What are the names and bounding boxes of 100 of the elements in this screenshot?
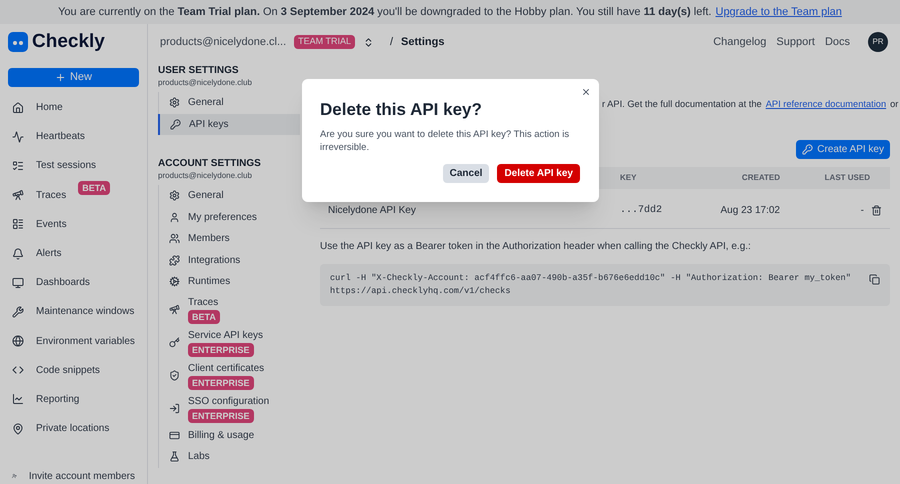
settings-icon <box>169 190 180 202</box>
settings-nav-item[interactable]: Integrations <box>159 250 300 271</box>
new-button[interactable]: New <box>8 68 139 87</box>
intro-text: or <box>890 98 898 111</box>
settings-nav-item[interactable]: My preferences <box>159 206 300 228</box>
account-name[interactable]: products@nicelydone.cl... <box>160 34 286 50</box>
column-header: KEY <box>620 172 638 184</box>
upgrade-link[interactable]: Upgrade to the Team plan <box>716 4 842 20</box>
settings-nav-item[interactable]: Billing & usage <box>159 424 300 446</box>
settings-nav-label: General <box>188 189 224 204</box>
nav-item[interactable]: Test sessions <box>0 151 147 181</box>
nav-item[interactable]: Maintenance windows <box>0 297 147 326</box>
breadcrumb-separator: / <box>390 34 394 50</box>
settings-nav-label: General <box>188 96 224 110</box>
pin-icon <box>12 422 24 435</box>
settings-nav-label: Integrations <box>188 254 240 268</box>
nav-label: Code snippets <box>36 364 100 378</box>
globe-icon <box>12 335 24 348</box>
header-link[interactable]: Docs <box>824 34 850 50</box>
plan-badge: TEAM TRIAL <box>294 35 355 49</box>
pulse-icon <box>12 130 24 143</box>
nav-item[interactable]: Code snippets <box>0 356 147 385</box>
table-cell-text: Nicelydone API Key <box>327 204 417 218</box>
nav-item[interactable]: Home <box>0 93 147 122</box>
delete-api-key-button[interactable]: Delete API key <box>497 164 580 183</box>
dialog-title: Delete this API key? <box>320 99 483 121</box>
section-subtitle: products@nicelydone.club <box>158 77 253 89</box>
key-icon <box>169 336 180 348</box>
bell-icon <box>12 248 24 260</box>
tag-badge: ENTERPRISE <box>188 342 254 356</box>
settings-nav-label: Service API keys <box>188 328 264 342</box>
delete-icon[interactable] <box>871 204 882 216</box>
nav-label: Heartbeats <box>36 130 85 144</box>
home-icon <box>12 102 24 114</box>
nav-label: Test sessions <box>36 159 96 174</box>
key-icon <box>170 118 181 130</box>
logo-icon <box>8 32 28 52</box>
settings-nav-item[interactable]: Client certificates ENTERPRISE <box>159 358 300 392</box>
nav-item[interactable]: Environment variables <box>0 326 147 356</box>
section-title: ACCOUNT SETTINGS <box>158 157 262 170</box>
settings-nav-item[interactable]: General <box>159 185 300 206</box>
shield-icon <box>169 370 180 380</box>
tag-badge: ENTERPRISE <box>188 408 254 422</box>
nav-label: Maintenance windows <box>36 305 134 320</box>
nav-label: Private locations <box>36 422 110 436</box>
settings-nav-item[interactable]: Labs <box>159 446 300 468</box>
nav-label: Alerts <box>36 247 62 262</box>
flask-icon <box>169 451 180 462</box>
settings-nav-label: Billing & usage <box>188 428 254 443</box>
tag-badge: ENTERPRISE <box>188 376 254 390</box>
key-icon <box>802 144 814 155</box>
header-link[interactable]: Support <box>776 34 815 50</box>
nav-item[interactable]: Events <box>0 210 147 239</box>
nav-label: Traces <box>36 188 66 203</box>
nav-item[interactable]: Reporting <box>0 384 147 414</box>
settings-nav-item[interactable]: General <box>159 92 300 114</box>
wrench-icon <box>12 306 24 318</box>
code-line: curl -H "X-Checkly-Account: acf4ffc6-aa07-490b-a35f-b676e6edd10c" -H "Authorization: Bearer my_token" <box>330 272 851 285</box>
create-api-key-button[interactable]: Create API key <box>796 140 890 159</box>
avatar[interactable]: PR <box>868 32 888 52</box>
settings-nav-item[interactable]: SSO configuration ENTERPRISE <box>159 392 300 424</box>
copy-icon[interactable] <box>869 274 880 285</box>
settings-nav-label: SSO configuration <box>188 394 270 408</box>
section-title: USER SETTINGS <box>158 64 240 77</box>
settings-icon <box>169 97 180 108</box>
column-header: LAST USED <box>824 172 870 184</box>
settings-nav-item[interactable]: Runtimes <box>159 271 300 292</box>
puzzle-icon <box>169 254 180 266</box>
settings-nav-label: Client certificates <box>188 362 264 376</box>
settings-nav-label: Traces <box>188 296 220 310</box>
nav-item[interactable]: Private locations <box>0 414 147 444</box>
line-chart-icon <box>12 393 24 406</box>
close-icon[interactable] <box>581 87 591 97</box>
intro-text: r API. Get the full documentation at the <box>602 98 762 111</box>
header-link[interactable]: Changelog <box>713 34 766 50</box>
settings-nav-item[interactable]: Traces BETA <box>159 292 300 326</box>
settings-nav-label: My preferences <box>188 210 257 225</box>
nav-item[interactable]: Traces BETA <box>0 180 147 210</box>
invite-link[interactable]: Invite account members <box>28 468 135 484</box>
settings-nav-item[interactable]: Service API keys ENTERPRISE <box>159 326 300 358</box>
settings-nav-label: Members <box>188 232 230 246</box>
column-header: CREATED <box>740 172 780 184</box>
table-cell-text: - <box>860 204 865 218</box>
nav-item[interactable]: Alerts <box>0 238 147 268</box>
reference-link[interactable]: API reference documentation <box>766 98 886 112</box>
cancel-button[interactable]: Cancel <box>442 164 490 183</box>
settings-nav-label: Labs <box>188 450 210 464</box>
nav-label: Events <box>36 218 67 232</box>
nav-item[interactable]: Heartbeats <box>0 122 147 152</box>
settings-nav-item[interactable]: API keys <box>158 114 300 135</box>
settings-nav-item[interactable]: Members <box>159 228 300 250</box>
list-icon <box>12 218 24 230</box>
nav-item[interactable]: Dashboards <box>0 268 147 298</box>
nav-label: Reporting <box>36 392 80 407</box>
gear-icon <box>169 276 180 288</box>
table-cell-text: ...7dd2 <box>620 204 664 218</box>
sign-in-icon <box>169 402 180 414</box>
card-icon <box>169 430 180 441</box>
users-icon <box>169 233 180 244</box>
settings-nav-label: API keys <box>189 118 228 132</box>
